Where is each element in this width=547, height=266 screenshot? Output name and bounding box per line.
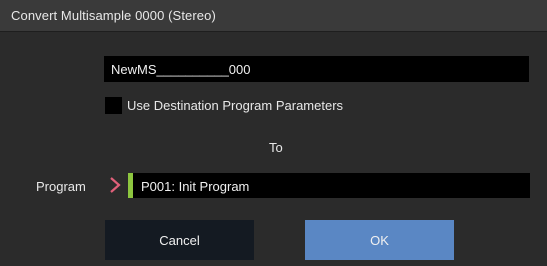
ok-button[interactable]: OK	[305, 220, 454, 260]
program-value: P001: Init Program	[141, 179, 250, 194]
cancel-button[interactable]: Cancel	[105, 220, 254, 260]
multisample-name-field[interactable]: NewMS__________000	[104, 56, 529, 82]
dialog-title: Convert Multisample 0000 (Stereo)	[11, 8, 216, 23]
use-destination-params-checkbox[interactable]	[105, 97, 122, 114]
to-label: To	[269, 140, 283, 155]
program-select-field[interactable]: P001: Init Program	[128, 173, 530, 198]
multisample-name-value: NewMS__________000	[111, 62, 251, 77]
use-destination-params-label[interactable]: Use Destination Program Parameters	[127, 98, 343, 113]
chevron-right-icon[interactable]	[108, 176, 122, 194]
convert-multisample-dialog: Convert Multisample 0000 (Stereo) NewMS_…	[0, 0, 547, 266]
program-accent-bar	[128, 173, 133, 198]
title-bar: Convert Multisample 0000 (Stereo)	[0, 0, 547, 32]
program-label: Program	[36, 179, 86, 194]
